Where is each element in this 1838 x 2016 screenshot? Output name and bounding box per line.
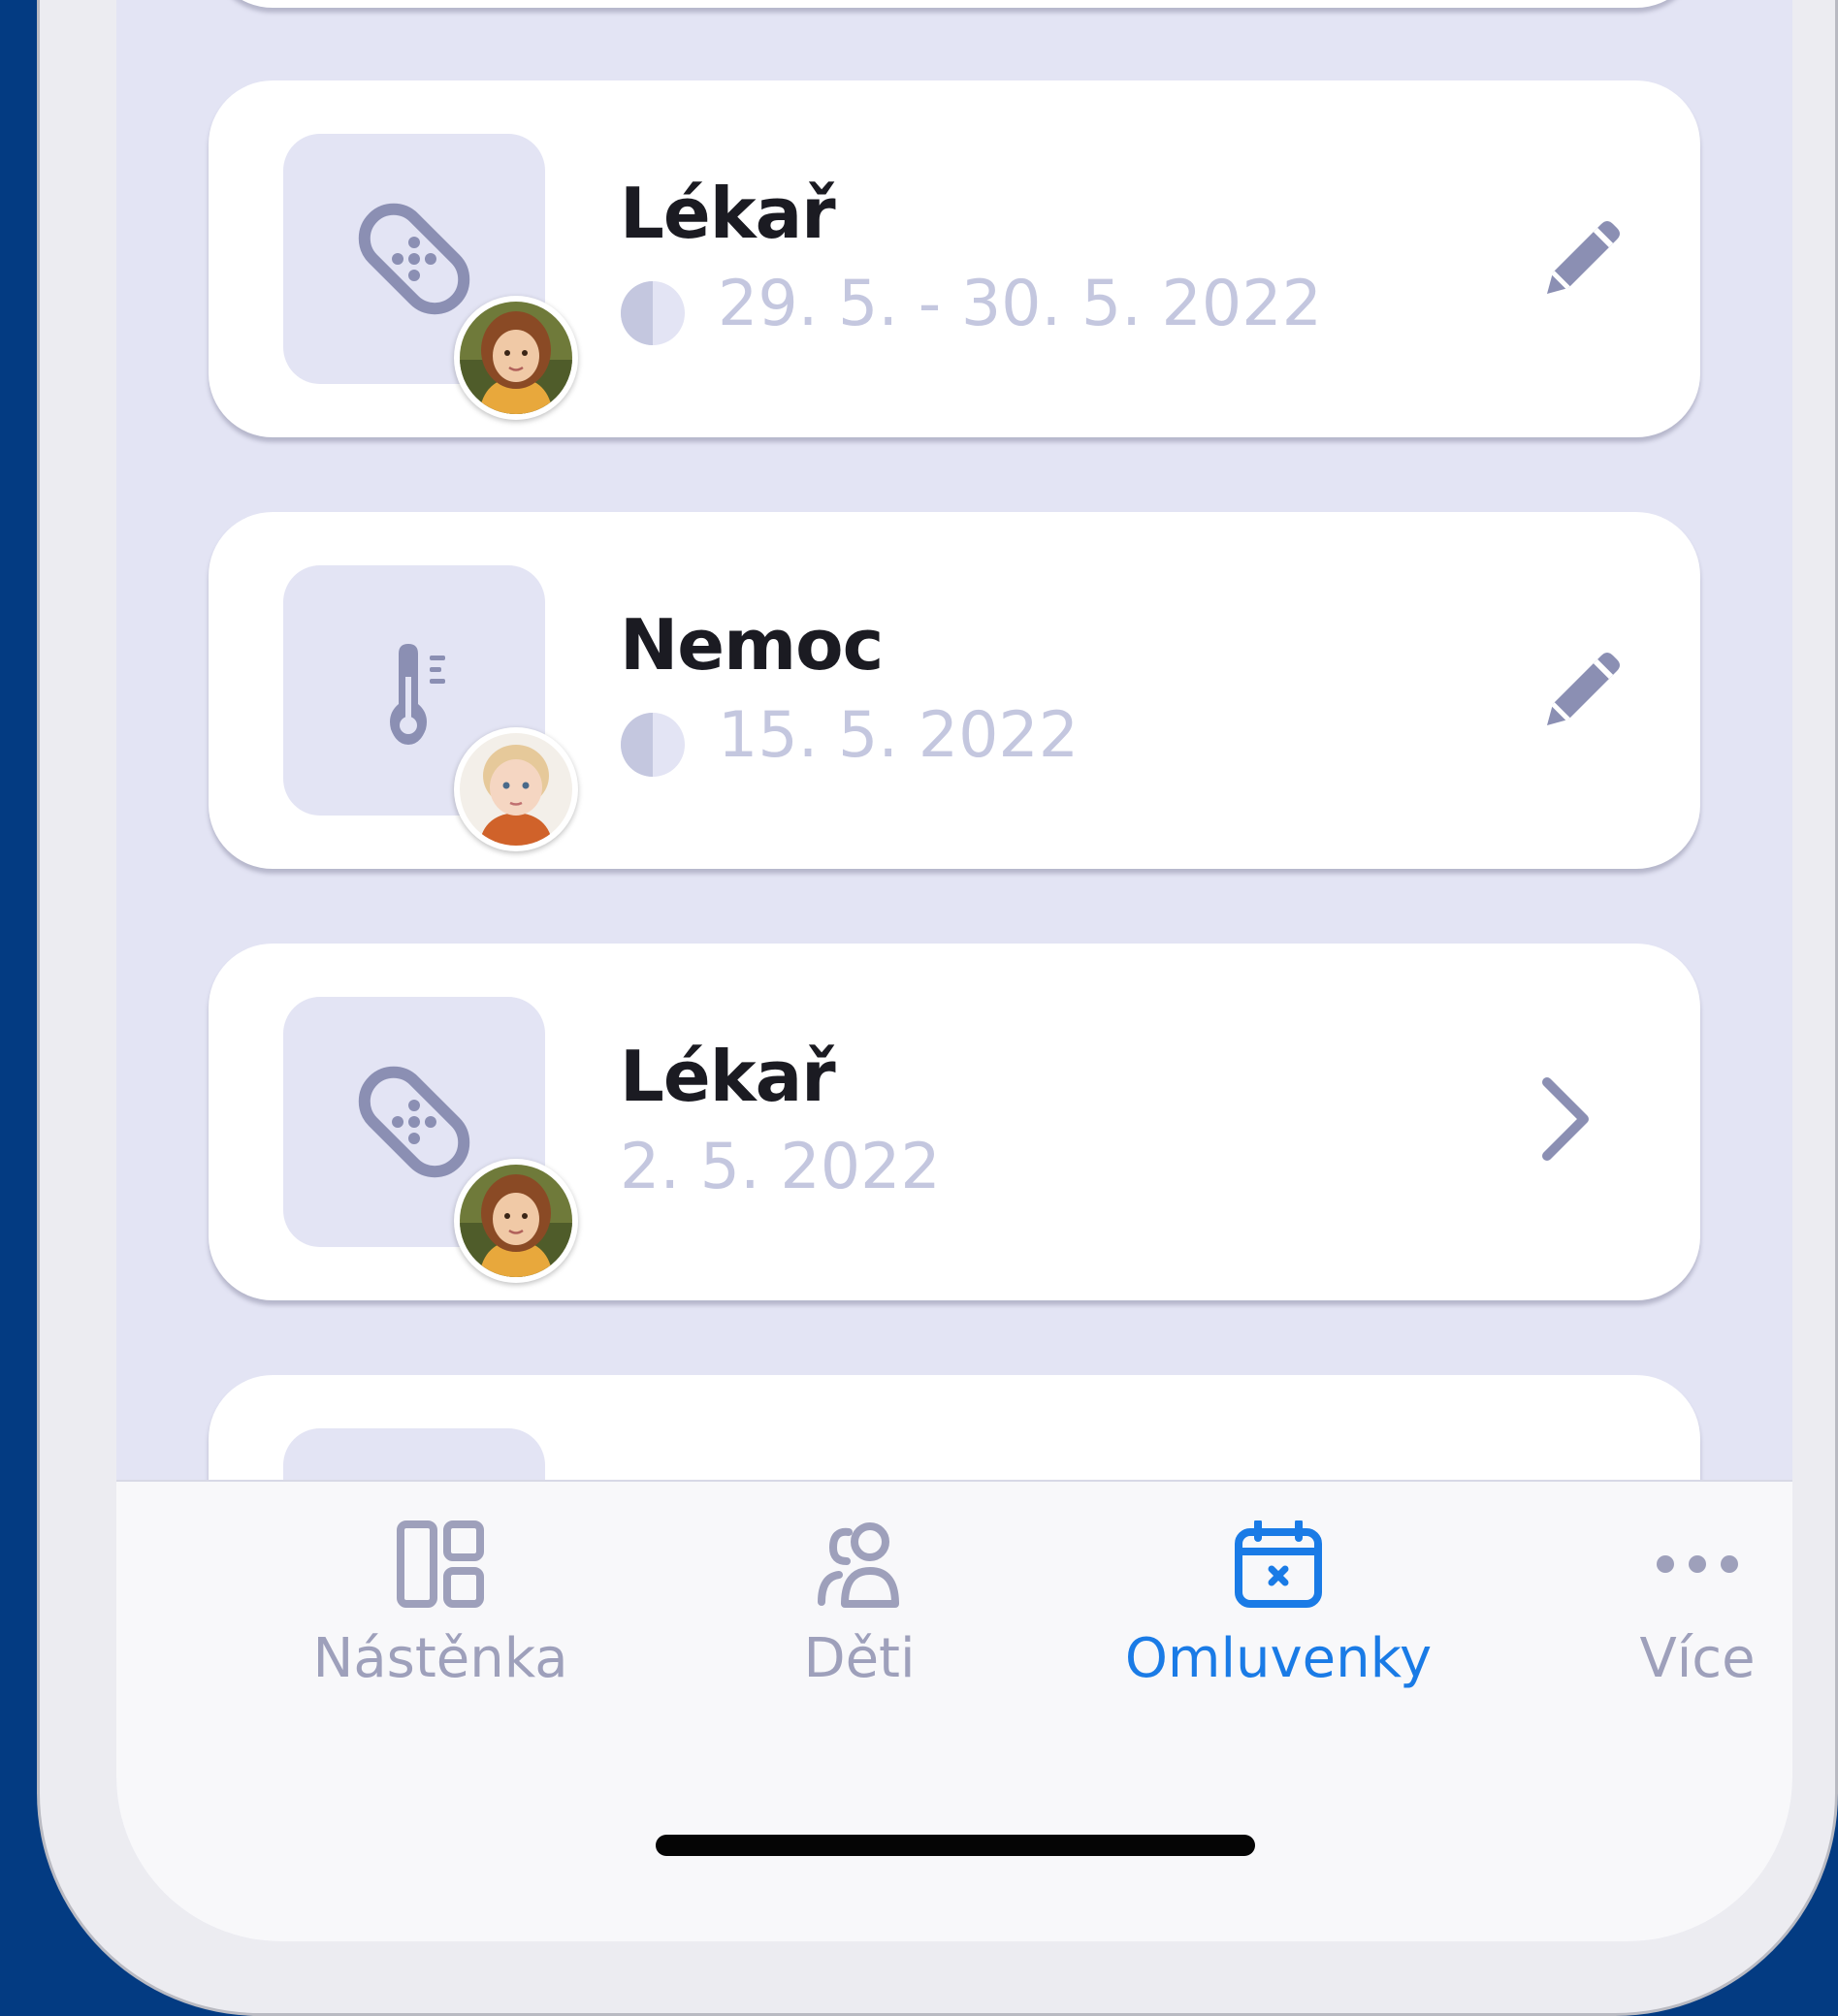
calendar-x-icon: [1235, 1520, 1322, 1608]
nav-label: Děti: [803, 1627, 916, 1690]
half-day-icon: [621, 713, 685, 777]
home-indicator[interactable]: [656, 1835, 1255, 1856]
nav-label: Omluvenky: [1124, 1627, 1433, 1690]
child-avatar: [454, 296, 578, 420]
excuse-card[interactable]: Lékař 2. 5. 2022: [209, 944, 1700, 1300]
chevron-right-icon[interactable]: [1508, 1065, 1615, 1171]
thermometer-icon: [390, 644, 445, 745]
app-screen: Lékař 29. 5. - 30. 5. 2022 Nemoc 15. 5. …: [116, 0, 1792, 1941]
child-avatar: [454, 1159, 578, 1283]
bottom-navigation: Nástěnka Děti Omluvenky Více: [116, 1480, 1792, 1941]
children-icon: [818, 1522, 899, 1608]
excuse-date: 15. 5. 2022: [718, 699, 1080, 772]
excuse-title: Nemoc: [620, 604, 884, 686]
half-day-icon: [621, 281, 685, 345]
nav-item-vice[interactable]: Více: [1503, 1482, 1792, 1705]
excuse-title: Lékař: [620, 173, 836, 254]
dashboard-icon: [397, 1520, 484, 1608]
excuse-card[interactable]: Lékař 29. 5. - 30. 5. 2022: [209, 80, 1700, 437]
excuse-title: Lékař: [620, 1036, 836, 1117]
nav-label: Více: [1639, 1627, 1756, 1690]
excuse-card-partial-top[interactable]: [209, 0, 1700, 8]
excuse-date: 2. 5. 2022: [620, 1131, 941, 1203]
nav-item-deti[interactable]: Děti: [665, 1482, 1053, 1705]
nav-item-omluvenky[interactable]: Omluvenky: [1084, 1482, 1472, 1705]
excuse-card[interactable]: Nemoc 15. 5. 2022: [209, 512, 1700, 869]
edit-icon[interactable]: [1528, 638, 1634, 745]
edit-icon[interactable]: [1528, 207, 1634, 313]
child-avatar: [454, 727, 578, 851]
more-icon: [1657, 1555, 1738, 1573]
nav-label: Nástěnka: [312, 1627, 568, 1690]
excuse-date: 29. 5. - 30. 5. 2022: [718, 268, 1322, 340]
nav-item-nastenka[interactable]: Nástěnka: [246, 1482, 634, 1705]
